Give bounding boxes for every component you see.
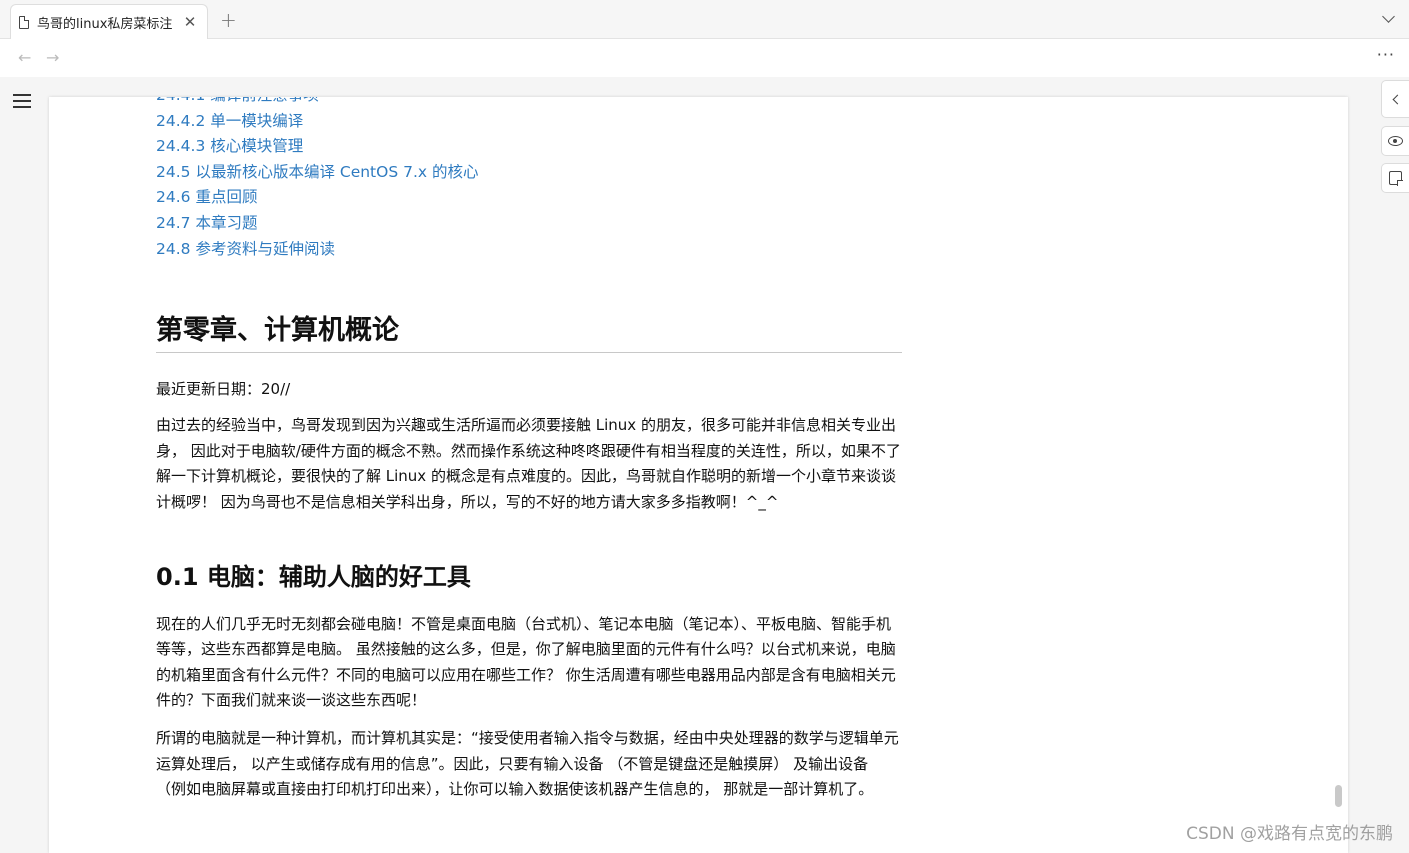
forward-button[interactable]: →	[46, 48, 59, 67]
document-page[interactable]: 24.4.1 编译前注意事项 24.4.2 单一模块编译 24.4.3 核心模块…	[49, 97, 1348, 853]
workspace: 24.4.1 编译前注意事项 24.4.2 单一模块编译 24.4.3 核心模块…	[0, 77, 1409, 853]
document-content: 24.4.1 编译前注意事项 24.4.2 单一模块编译 24.4.3 核心模块…	[156, 97, 902, 803]
chapter-intro-paragraph: 由过去的经验当中，鸟哥发现到因为兴趣或生活所逼而必须要接触 Linux 的朋友，…	[156, 416, 901, 511]
new-tab-button[interactable]: +	[220, 8, 237, 32]
watermark-text: CSDN @戏路有点宽的东鹏	[1186, 824, 1393, 844]
more-options-button[interactable]: ···	[1377, 45, 1395, 64]
toc-link[interactable]: 24.6 重点回顾	[156, 185, 902, 211]
notes-button[interactable]	[1381, 163, 1409, 193]
sticky-note-icon	[1389, 171, 1403, 186]
preview-button[interactable]	[1381, 126, 1409, 156]
last-updated-text: 最近更新日期：20//	[156, 380, 291, 399]
section-title: 0.1 电脑：辅助人脑的好工具	[156, 562, 471, 591]
toc-link[interactable]: 24.7 本章习题	[156, 211, 902, 237]
chevron-down-icon[interactable]	[1382, 10, 1395, 23]
toc-link[interactable]: 24.4.2 单一模块编译	[156, 109, 902, 135]
chapter-title: 第零章、计算机概论	[156, 312, 902, 354]
scrollbar-thumb[interactable]	[1335, 785, 1342, 807]
toc-link[interactable]: 24.4.3 核心模块管理	[156, 134, 902, 160]
active-tab[interactable]: 鸟哥的linux私房菜标注 ✕	[10, 4, 208, 39]
navigation-bar: ← → ···	[0, 39, 1409, 77]
hamburger-menu-icon[interactable]	[13, 94, 31, 108]
eye-icon	[1388, 136, 1403, 146]
collapse-panel-button[interactable]	[1381, 80, 1409, 118]
tab-strip: 鸟哥的linux私房菜标注 ✕ +	[0, 0, 1409, 39]
document-icon	[19, 15, 29, 29]
chevron-left-icon	[1392, 94, 1402, 104]
section-paragraph: 现在的人们几乎无时无刻都会碰电脑！不管是桌面电脑（台式机）、笔记本电脑（笔记本）…	[156, 614, 896, 710]
toc-link[interactable]: 24.8 参考资料与延伸阅读	[156, 237, 902, 263]
toc-link[interactable]: 24.5 以最新核心版本编译 CentOS 7.x 的核心	[156, 160, 902, 186]
toc-link[interactable]: 24.4.1 编译前注意事项	[156, 97, 902, 109]
back-button[interactable]: ←	[18, 48, 31, 67]
section-paragraph: 所谓的电脑就是一种计算机，而计算机其实是：“接受使用者输入指令与数据，经由中央处…	[156, 728, 899, 799]
tab-title: 鸟哥的linux私房菜标注	[37, 16, 173, 32]
close-tab-icon[interactable]: ✕	[181, 13, 199, 31]
